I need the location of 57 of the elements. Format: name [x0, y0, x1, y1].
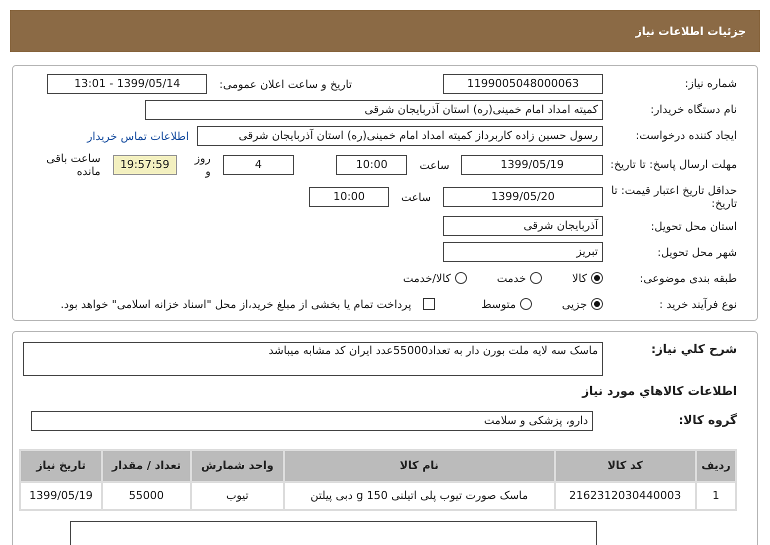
- table-cell: 55000: [103, 482, 190, 509]
- table-cell: 2162312030440003: [556, 482, 695, 509]
- option-label: جزیی: [562, 298, 587, 311]
- table-cell: 1399/05/19: [21, 482, 101, 509]
- option-label: متوسط: [481, 298, 516, 311]
- deadline-time-field: 10:00: [336, 155, 408, 175]
- validity-date-field: 1399/05/20: [443, 187, 603, 208]
- field-label: ساعت باقی مانده: [45, 152, 101, 178]
- province-field: آذربایجان شرقی: [443, 216, 603, 236]
- field-label: نوع فرآیند خرید :: [658, 298, 737, 311]
- checkbox[interactable]: [423, 298, 436, 310]
- field-label: شماره نیاز:: [684, 77, 737, 91]
- buyer-contact-link[interactable]: اطلاعات تماس خریدار: [87, 130, 189, 142]
- field-label: نام دستگاه خریدار:: [649, 103, 737, 117]
- option-label: کالا: [572, 272, 587, 285]
- creator-field: رسول حسین زاده کاربرداز کمیته امداد امام خمینی(ره) استان آذربایجان شرقی: [197, 126, 603, 146]
- column-header: تعداد / مقدار: [103, 450, 190, 481]
- option-label: خدمت: [496, 272, 526, 285]
- table-cell: 1: [696, 482, 735, 509]
- column-header: تاریخ نیاز: [21, 450, 101, 481]
- table-cell: ماسک صورت تیوب پلی اتیلنی 150 g دبی پیلتن: [284, 482, 554, 509]
- days-field: 4: [222, 155, 294, 175]
- field-label: ساعت: [419, 158, 450, 172]
- city-field: تبریز: [443, 242, 603, 262]
- field-label: استان محل تحویل:: [650, 220, 737, 233]
- section-heading: اطلاعات کالاهاي مورد نياز: [582, 384, 737, 398]
- column-header: نام کالا: [284, 450, 554, 481]
- deadline-date-field: 1399/05/19: [461, 155, 603, 175]
- field-label: طبقه بندی موضوعی:: [638, 272, 737, 285]
- radio-button[interactable]: [454, 272, 467, 284]
- goods-group-field: دارو، پزشکی و سلامت: [31, 410, 593, 431]
- need-number-field: 1199005048000063: [443, 74, 603, 94]
- radio-button[interactable]: [530, 272, 542, 284]
- description-field: ماسک سه لایه ملت بورن دار به تعداد55000عدد ایران کد مشابه میباشد: [23, 342, 603, 376]
- validity-time-field: 10:00: [309, 187, 390, 208]
- field-label: تاریخ و ساعت اعلان عمومی:: [219, 78, 352, 90]
- table-cell: تیوب: [192, 482, 283, 509]
- page-title: جزئیات اطلاعات نیاز: [636, 24, 746, 38]
- buyer-field: کمیته امداد امام خمینی(ره) استان آذربایجان شرقی: [145, 100, 603, 120]
- field-label: ایجاد کننده درخواست:: [634, 129, 737, 143]
- column-header: ردیف: [696, 450, 735, 481]
- radio-button[interactable]: [591, 272, 603, 284]
- field-label: حداقل تاریخ اعتبار قیمت: تا تاریخ:: [610, 184, 737, 210]
- radio-button[interactable]: [520, 298, 532, 310]
- radio-button[interactable]: [591, 298, 603, 310]
- field-label: شرح كلي نياز:: [650, 342, 737, 357]
- field-label: روز و: [193, 152, 211, 178]
- field-label: ساعت: [401, 190, 431, 204]
- field-label: شهر محل تحویل:: [656, 246, 737, 259]
- column-header: واحد شمارش: [192, 450, 283, 481]
- remaining-time-field: 19:57:59: [112, 155, 177, 175]
- announce-date-field: 1399/05/14 - 13:01: [47, 74, 208, 94]
- option-label: کالا/خدمت: [403, 272, 451, 285]
- checkbox-label: پرداخت تمام یا بخشی از مبلغ خرید،از محل "اسناد خزانه اسلامی" خواهد بود.: [60, 298, 412, 311]
- field-label: مهلت ارسال پاسخ: تا تاریخ:: [609, 158, 737, 172]
- column-header: کد کالا: [556, 450, 695, 481]
- field-label: گروه کالا:: [678, 413, 737, 428]
